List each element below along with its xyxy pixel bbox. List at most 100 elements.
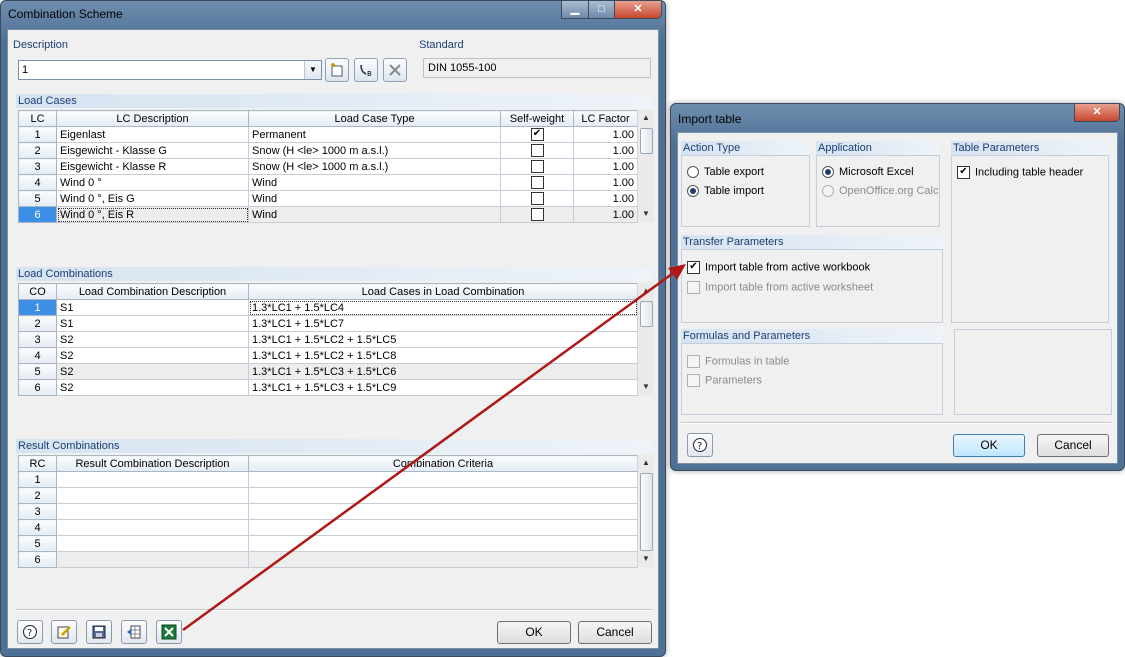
col-combination-criteria[interactable]: Combination Criteria (248, 455, 638, 472)
load-case-type-cell[interactable]: Permanent (248, 126, 501, 143)
radio-icon[interactable] (687, 166, 699, 179)
co-description-cell[interactable]: S2 (56, 363, 249, 380)
dialog-cancel-button[interactable]: Cancel (1037, 434, 1109, 457)
ok-button[interactable]: OK (497, 621, 571, 644)
self-weight-checkbox[interactable]: ✔ (530, 128, 544, 141)
radio-icon[interactable] (822, 166, 834, 179)
lc-description-cell[interactable]: Wind 0 °, Eis R (56, 206, 249, 223)
export-table-button[interactable] (121, 620, 147, 644)
checkbox-icon[interactable] (687, 355, 700, 368)
lc-factor-cell[interactable]: 1.00 (573, 158, 638, 175)
row-number[interactable]: 6 (18, 551, 57, 568)
scroll-thumb[interactable] (640, 128, 653, 154)
col-self-weight[interactable]: Self-weight (500, 110, 574, 127)
load-cases-scrollbar[interactable]: ▲ ▼ (637, 110, 654, 222)
self-weight-cell[interactable] (500, 158, 574, 175)
table-row[interactable]: 5 Wind 0 °, Eis G Wind 1.00 (18, 190, 638, 207)
load-case-type-cell[interactable]: Snow (H <le> 1000 m a.s.l.) (248, 142, 501, 159)
rc-description-cell[interactable] (56, 535, 249, 552)
lc-factor-cell[interactable]: 1.00 (573, 206, 638, 223)
edit-button[interactable] (51, 620, 77, 644)
load-case-type-cell[interactable]: Wind (248, 174, 501, 191)
scroll-thumb[interactable] (640, 473, 653, 551)
row-number[interactable]: 5 (18, 535, 57, 552)
table-row[interactable]: 3 (18, 503, 638, 520)
table-row[interactable]: 3 Eisgewicht - Klasse R Snow (H <le> 100… (18, 158, 638, 175)
radio-icon[interactable] (687, 185, 699, 198)
new-description-button[interactable] (325, 58, 349, 82)
row-number[interactable]: 4 (18, 174, 57, 191)
table-row[interactable]: 2 S1 1.3*LC1 + 1.5*LC7 (18, 315, 638, 332)
save-button[interactable] (86, 620, 112, 644)
co-cases-cell[interactable]: 1.3*LC1 + 1.5*LC4 (248, 299, 638, 316)
rc-description-cell[interactable] (56, 503, 249, 520)
lc-description-cell[interactable]: Eisgewicht - Klasse G (56, 142, 249, 159)
scroll-down-icon[interactable]: ▼ (638, 206, 654, 222)
self-weight-cell[interactable]: ✔ (500, 126, 574, 143)
self-weight-cell[interactable] (500, 174, 574, 191)
co-cases-cell[interactable]: 1.3*LC1 + 1.5*LC7 (248, 315, 638, 332)
checkbox-icon[interactable] (687, 281, 700, 294)
rc-criteria-cell[interactable] (248, 519, 638, 536)
self-weight-checkbox[interactable] (530, 176, 544, 189)
openoffice-calc-radio[interactable]: OpenOffice.org Calc (822, 185, 938, 198)
rc-criteria-cell[interactable] (248, 551, 638, 568)
lc-description-cell[interactable]: Eigenlast (56, 126, 249, 143)
row-number[interactable]: 1 (18, 126, 57, 143)
table-row[interactable]: 1 Eigenlast Permanent ✔ 1.00 (18, 126, 638, 143)
scroll-down-icon[interactable]: ▼ (638, 379, 654, 395)
row-number[interactable]: 6 (18, 379, 57, 396)
co-description-cell[interactable]: S2 (56, 379, 249, 396)
title-bar[interactable]: Combination Scheme ▁ □ ✕ (1, 1, 665, 27)
import-from-worksheet-checkbox[interactable]: Import table from active worksheet (687, 281, 873, 294)
delete-button[interactable] (383, 58, 407, 82)
col-co-description[interactable]: Load Combination Description (56, 283, 249, 300)
self-weight-checkbox[interactable] (530, 160, 544, 173)
lc-factor-cell[interactable]: 1.00 (573, 142, 638, 159)
self-weight-cell[interactable] (500, 206, 574, 223)
co-cases-cell[interactable]: 1.3*LC1 + 1.5*LC3 + 1.5*LC9 (248, 379, 638, 396)
load-combinations-scrollbar[interactable]: ▲ ▼ (637, 283, 654, 395)
minimize-button[interactable]: ▁ (561, 1, 589, 19)
lc-factor-cell[interactable]: 1.00 (573, 190, 638, 207)
rc-description-cell[interactable] (56, 487, 249, 504)
scroll-up-icon[interactable]: ▲ (638, 283, 654, 299)
rc-criteria-cell[interactable] (248, 487, 638, 504)
checkbox-icon[interactable]: ✔ (957, 166, 970, 179)
row-number[interactable]: 2 (18, 315, 57, 332)
col-load-case-type[interactable]: Load Case Type (248, 110, 501, 127)
radio-icon[interactable] (822, 185, 834, 198)
row-number[interactable]: 2 (18, 142, 57, 159)
co-description-cell[interactable]: S1 (56, 315, 249, 332)
rc-criteria-cell[interactable] (248, 503, 638, 520)
table-row[interactable]: 2 Eisgewicht - Klasse G Snow (H <le> 100… (18, 142, 638, 159)
dialog-title-bar[interactable]: Import table ✕ (671, 104, 1124, 130)
rc-description-cell[interactable] (56, 471, 249, 488)
row-number[interactable]: 6 (18, 206, 57, 223)
rc-description-cell[interactable] (56, 551, 249, 568)
co-description-cell[interactable]: S1 (56, 299, 249, 316)
row-number[interactable]: 1 (18, 471, 57, 488)
row-number[interactable]: 3 (18, 331, 57, 348)
co-cases-cell[interactable]: 1.3*LC1 + 1.5*LC3 + 1.5*LC6 (248, 363, 638, 380)
co-description-cell[interactable]: S2 (56, 347, 249, 364)
result-combinations-scrollbar[interactable]: ▲ ▼ (637, 455, 654, 567)
self-weight-checkbox[interactable] (530, 192, 544, 205)
col-lc[interactable]: LC (18, 110, 57, 127)
rc-description-cell[interactable] (56, 519, 249, 536)
self-weight-checkbox[interactable] (530, 208, 544, 221)
lc-factor-cell[interactable]: 1.00 (573, 126, 638, 143)
row-number[interactable]: 3 (18, 158, 57, 175)
dialog-close-button[interactable]: ✕ (1074, 104, 1120, 122)
dialog-help-button[interactable]: ? (687, 433, 713, 457)
library-button[interactable]: B (354, 58, 378, 82)
table-row[interactable]: 1 (18, 471, 638, 488)
col-lc-description[interactable]: LC Description (56, 110, 249, 127)
table-row[interactable]: 2 (18, 487, 638, 504)
table-row[interactable]: 5 S2 1.3*LC1 + 1.5*LC3 + 1.5*LC6 (18, 363, 638, 380)
help-button[interactable]: ? (17, 620, 43, 644)
excel-button[interactable] (156, 620, 182, 644)
col-co[interactable]: CO (18, 283, 57, 300)
co-description-cell[interactable]: S2 (56, 331, 249, 348)
table-row-selected[interactable]: 6 Wind 0 °, Eis R Wind 1.00 (18, 206, 638, 223)
